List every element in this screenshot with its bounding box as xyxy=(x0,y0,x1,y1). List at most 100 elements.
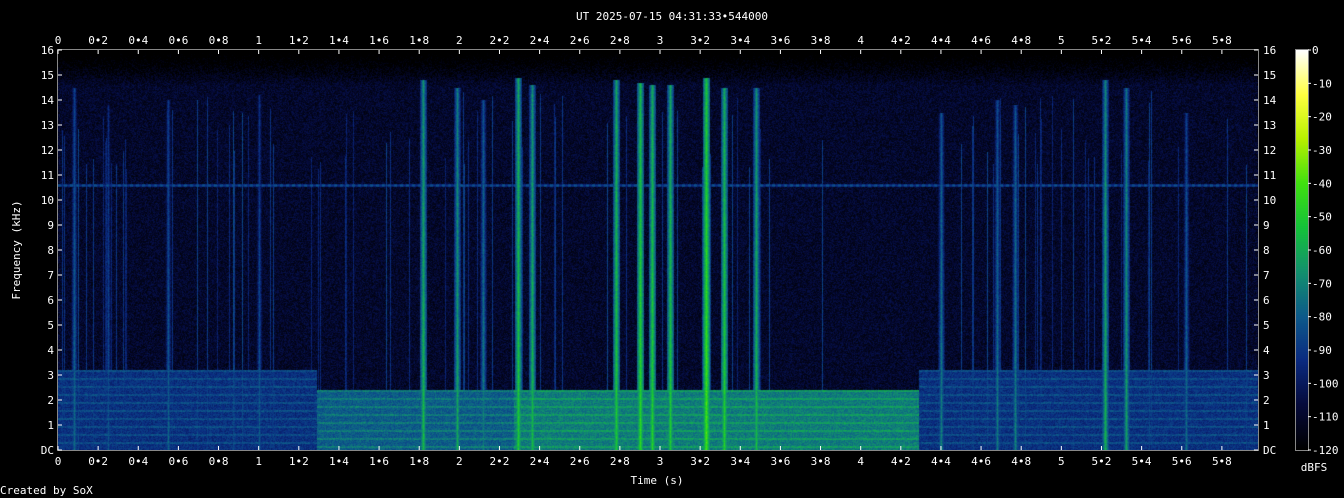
x-tick-label-bottom: 5 xyxy=(1058,455,1065,468)
x-tick-label-bottom: 3 xyxy=(657,455,664,468)
x-tick-label-top: 3 xyxy=(657,34,664,47)
colorbar-tick-label: -70 xyxy=(1312,277,1332,290)
x-tick-label-top: 0•6 xyxy=(168,34,188,47)
x-tick-label-bottom: 4•4 xyxy=(931,455,951,468)
colorbar-tick-label: -60 xyxy=(1312,244,1332,257)
x-tick-label-top: 4•6 xyxy=(971,34,991,47)
x-tick-label-top: 1•4 xyxy=(329,34,349,47)
y-tick-label-right: 15 xyxy=(1263,69,1276,82)
colorbar xyxy=(1296,50,1308,450)
x-tick-label-bottom: 5•2 xyxy=(1092,455,1112,468)
x-tick-label-bottom: 5•8 xyxy=(1212,455,1232,468)
colorbar-label: dBFS xyxy=(1301,461,1328,474)
x-tick-label-top: 5•8 xyxy=(1212,34,1232,47)
x-tick-label-bottom: 0•8 xyxy=(209,455,229,468)
x-tick-label-bottom: 0•4 xyxy=(128,455,148,468)
y-tick-label-left: 7 xyxy=(47,269,54,282)
y-tick-label-left: 14 xyxy=(41,94,55,107)
chart-title: UT 2025-07-15 04:31:33•544000 xyxy=(576,10,768,23)
x-tick-label-bottom: 3•6 xyxy=(770,455,790,468)
x-tick-label-bottom: 2•8 xyxy=(610,455,630,468)
colorbar-tick-label: -50 xyxy=(1312,211,1332,224)
x-tick-label-top: 1•8 xyxy=(409,34,429,47)
x-tick-label-bottom: 0•6 xyxy=(168,455,188,468)
x-tick-label-bottom: 0•2 xyxy=(88,455,108,468)
x-tick-label-bottom: 5•6 xyxy=(1172,455,1192,468)
x-tick-label-bottom: 3•4 xyxy=(730,455,750,468)
y-tick-label-left: 10 xyxy=(41,194,54,207)
colorbar-tick-label: -120 xyxy=(1312,444,1339,457)
y-tick-label-left: 5 xyxy=(47,319,54,332)
x-tick-label-bottom: 4•6 xyxy=(971,455,991,468)
colorbar-tick-label: -30 xyxy=(1312,144,1332,157)
x-tick-label-top: 1•2 xyxy=(289,34,309,47)
colorbar-tick-label: -90 xyxy=(1312,344,1332,357)
x-axis-label: Time (s) xyxy=(631,474,684,487)
colorbar-tick-label: -10 xyxy=(1312,77,1332,90)
y-tick-label-left: 11 xyxy=(41,169,54,182)
x-tick-label-top: 2•4 xyxy=(530,34,550,47)
colorbar-tick-label: -40 xyxy=(1312,177,1332,190)
x-tick-label-top: 4•4 xyxy=(931,34,951,47)
y-tick-label-right: 13 xyxy=(1263,119,1276,132)
y-tick-label-right: 2 xyxy=(1263,394,1270,407)
credit-text: Created by SoX xyxy=(0,484,93,497)
y-tick-label-right: 14 xyxy=(1263,94,1277,107)
y-tick-label-right: 8 xyxy=(1263,244,1270,257)
y-tick-label-right: 6 xyxy=(1263,294,1270,307)
y-tick-label-right: 9 xyxy=(1263,219,1270,232)
x-tick-label-top: 3•8 xyxy=(811,34,831,47)
spectrogram-figure: UT 2025-07-15 04:31:33•544000 0 0•2 0•4 0•6… xyxy=(0,0,1344,498)
y-tick-label-left: 1 xyxy=(47,419,54,432)
y-tick-label-left: 4 xyxy=(47,344,54,357)
colorbar-tick-label: -80 xyxy=(1312,311,1332,324)
x-tick-label-top: 1•6 xyxy=(369,34,389,47)
y-tick-label-right: DC xyxy=(1263,444,1276,457)
colorbar-tick-label: 0 xyxy=(1312,44,1319,57)
x-tick-label-top: 0•8 xyxy=(209,34,229,47)
x-tick-label-top: 0•4 xyxy=(128,34,148,47)
y-axis-label: Frequency (kHz) xyxy=(10,200,23,299)
y-tick-label-left: 15 xyxy=(41,69,54,82)
x-tick-label-top: 5•2 xyxy=(1092,34,1112,47)
y-tick-label-left: 6 xyxy=(47,294,54,307)
y-tick-label-right: 4 xyxy=(1263,344,1270,357)
x-tick-label-bottom: 1•2 xyxy=(289,455,309,468)
x-tick-label-bottom: 2•2 xyxy=(490,455,510,468)
colorbar-tick-label: -110 xyxy=(1312,411,1339,424)
x-tick-label-bottom: 1•4 xyxy=(329,455,349,468)
spectrogram-heatmap xyxy=(58,50,1258,450)
y-tick-label-right: 16 xyxy=(1263,44,1276,57)
x-tick-label-bottom: 1•6 xyxy=(369,455,389,468)
y-tick-label-left: 12 xyxy=(41,144,54,157)
x-tick-label-top: 4 xyxy=(857,34,864,47)
x-tick-label-top: 3•2 xyxy=(690,34,710,47)
x-tick-label-bottom: 4•2 xyxy=(891,455,911,468)
x-tick-label-bottom: 2 xyxy=(456,455,463,468)
x-tick-label-top: 0 xyxy=(55,34,62,47)
y-tick-label-left: 8 xyxy=(47,244,54,257)
colorbar-tick-label: -100 xyxy=(1312,377,1339,390)
x-tick-label-top: 5•4 xyxy=(1132,34,1152,47)
x-tick-label-top: 4•8 xyxy=(1011,34,1031,47)
y-tick-label-right: 11 xyxy=(1263,169,1276,182)
x-tick-label-top: 5 xyxy=(1058,34,1065,47)
x-tick-label-bottom: 3•2 xyxy=(690,455,710,468)
x-tick-label-bottom: 1•8 xyxy=(409,455,429,468)
x-tick-label-top: 3•4 xyxy=(730,34,750,47)
x-tick-label-bottom: 3•8 xyxy=(811,455,831,468)
y-tick-label-right: 10 xyxy=(1263,194,1276,207)
x-tick-label-bottom: 1 xyxy=(255,455,262,468)
x-tick-label-bottom: 5•4 xyxy=(1132,455,1152,468)
y-tick-label-left: DC xyxy=(41,444,54,457)
y-tick-label-left: 13 xyxy=(41,119,54,132)
x-tick-label-top: 0•2 xyxy=(88,34,108,47)
y-tick-label-left: 9 xyxy=(47,219,54,232)
x-tick-label-top: 2 xyxy=(456,34,463,47)
y-tick-label-left: 2 xyxy=(47,394,54,407)
x-tick-label-bottom: 0 xyxy=(55,455,62,468)
y-tick-label-right: 7 xyxy=(1263,269,1270,282)
colorbar-tick-label: -20 xyxy=(1312,111,1332,124)
x-tick-label-top: 2•8 xyxy=(610,34,630,47)
y-tick-label-left: 16 xyxy=(41,44,54,57)
